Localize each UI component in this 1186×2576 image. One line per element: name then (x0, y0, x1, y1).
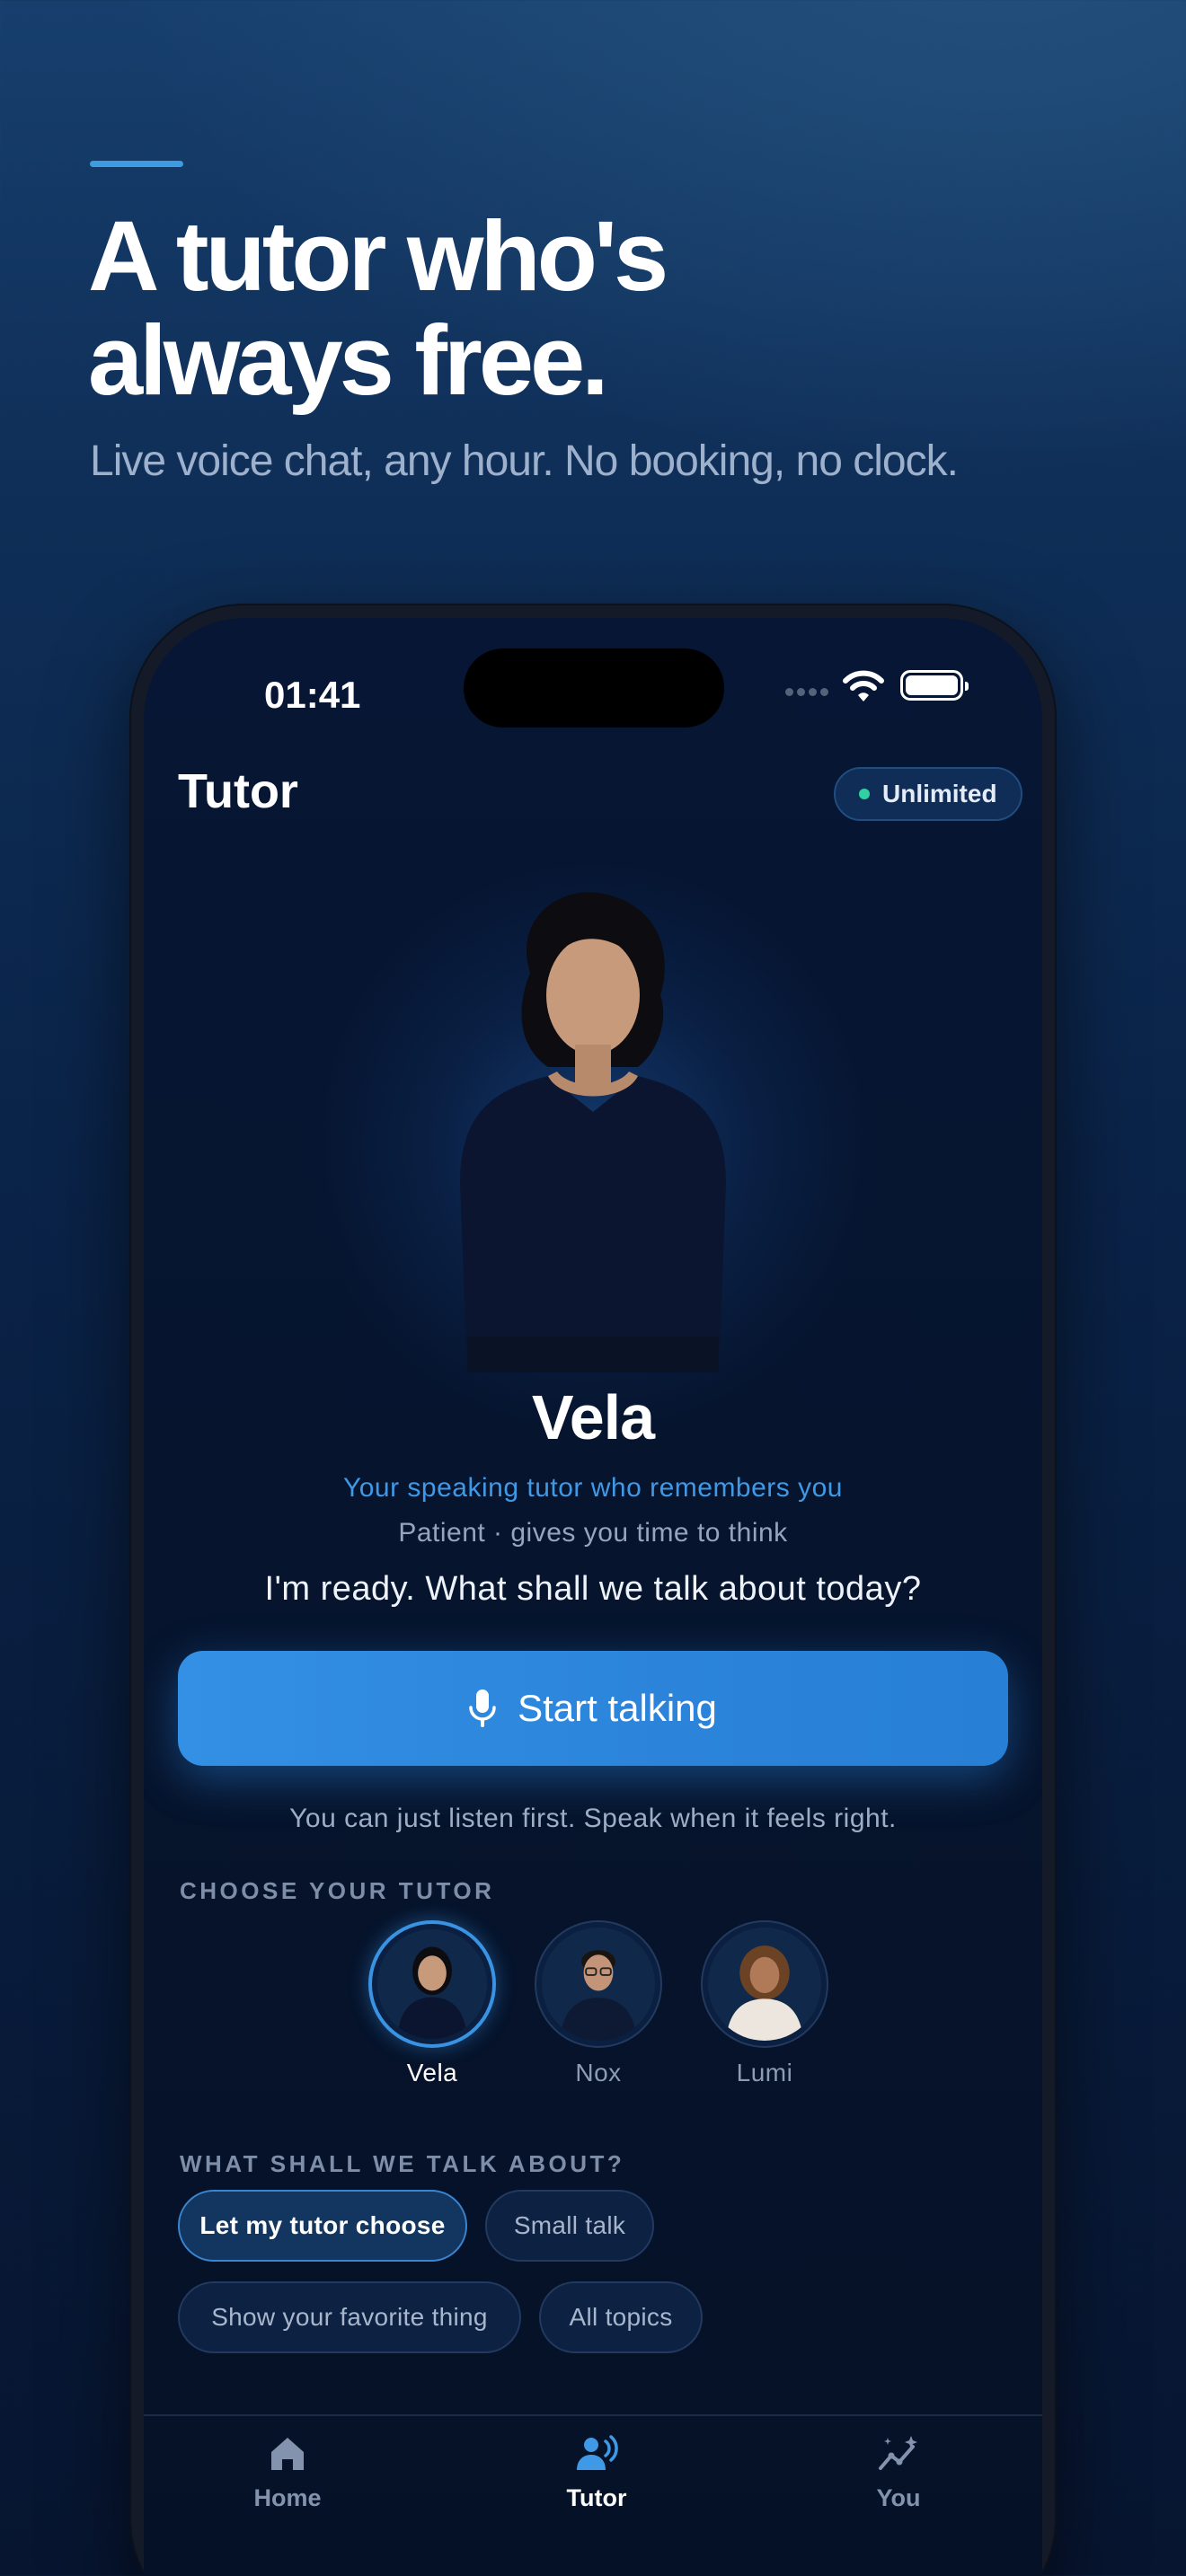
avatar (708, 1928, 821, 2041)
tab-label: You (876, 2484, 921, 2511)
promo-subheadline: Live voice chat, any hour. No booking, n… (90, 437, 959, 485)
accent-line (90, 161, 183, 167)
tab-you[interactable]: You (755, 2432, 1042, 2512)
phone-frame: 01:41 Tutor Unlimited Vela Your speaking… (129, 604, 1057, 2576)
voice-tutor-icon (577, 2435, 618, 2470)
avatar (377, 1929, 487, 2039)
home-icon (271, 2438, 304, 2470)
headline-line-2: always free. (88, 305, 609, 416)
battery-icon (900, 670, 969, 701)
headline-line-1: A tutor who's (88, 201, 668, 312)
choose-tutor-label: CHOOSE YOUR TUTOR (180, 1877, 495, 1904)
avatar-ring (701, 1920, 828, 2048)
unlimited-badge: Unlimited (834, 767, 1022, 821)
tutor-option-nox[interactable]: Nox (531, 1920, 666, 2087)
phone-screen: 01:41 Tutor Unlimited Vela Your speaking… (144, 618, 1042, 2576)
wifi-icon (843, 670, 884, 701)
dynamic-island (464, 648, 724, 728)
badge-label: Unlimited (882, 780, 997, 807)
listen-hint: You can just listen first. Speak when it… (289, 1804, 897, 1833)
topic-chip-tutor-choose[interactable]: Let my tutor choose (178, 2190, 467, 2262)
tutor-option-name: Vela (406, 2059, 458, 2086)
avatar-ring (368, 1920, 496, 2048)
start-talking-button[interactable]: Start talking (178, 1651, 1008, 1766)
promo-headline: A tutor who's always free. (88, 205, 1076, 413)
tutor-option-vela[interactable]: Vela (365, 1920, 500, 2087)
progress-sparkle-icon (879, 2436, 917, 2470)
status-dot (859, 789, 870, 799)
topics-label: WHAT SHALL WE TALK ABOUT? (180, 2150, 625, 2177)
page-title: Tutor (178, 764, 298, 818)
cellular-signal-icon (785, 688, 828, 696)
topic-chip-small-talk[interactable]: Small talk (485, 2190, 654, 2262)
status-time: 01:41 (264, 674, 361, 716)
tab-bar-divider (144, 2414, 1042, 2416)
tutor-tagline: Your speaking tutor who remembers you (342, 1473, 843, 1503)
tab-label: Tutor (566, 2484, 627, 2511)
tab-label: Home (253, 2484, 322, 2511)
topic-chip-all-topics[interactable]: All topics (539, 2281, 703, 2353)
tutor-option-lumi[interactable]: Lumi (697, 1920, 832, 2087)
tutor-greeting: I'm ready. What shall we talk about toda… (264, 1570, 922, 1608)
microphone-icon (469, 1689, 496, 1727)
tutor-portrait (460, 892, 726, 1372)
tutor-option-name: Nox (575, 2059, 622, 2086)
avatar (542, 1928, 655, 2041)
tutor-name: Vela (531, 1382, 655, 1452)
topic-chip-favorite-thing[interactable]: Show your favorite thing (178, 2281, 521, 2353)
tab-home[interactable]: Home (144, 2432, 431, 2512)
tutor-option-name: Lumi (736, 2059, 793, 2086)
tab-tutor[interactable]: Tutor (453, 2432, 740, 2512)
tutor-trait: Patient · gives you time to think (398, 1518, 788, 1548)
start-talking-label: Start talking (518, 1687, 717, 1729)
avatar-ring (535, 1920, 662, 2048)
